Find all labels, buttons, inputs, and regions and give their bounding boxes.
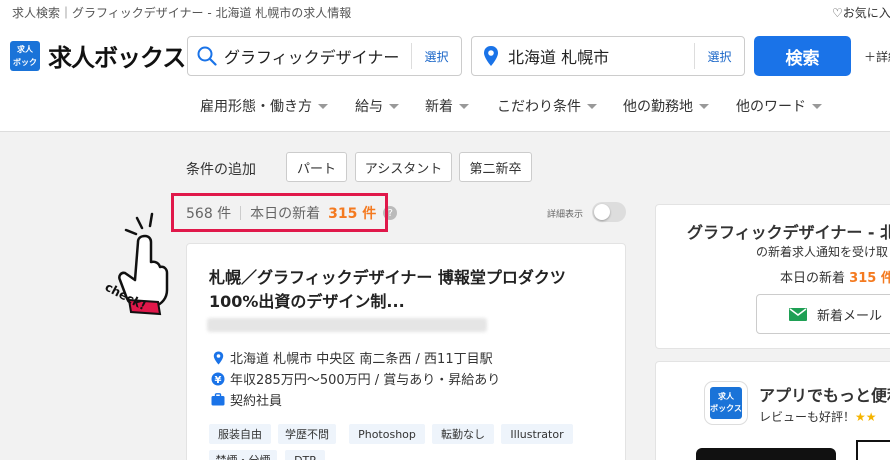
highlight-box: [171, 193, 388, 232]
nav-other-locations[interactable]: 他の勤務地: [623, 96, 709, 116]
filter-chip-part-time[interactable]: パート: [286, 152, 347, 182]
job-tag: 学歴不問: [278, 424, 336, 444]
favorites-link[interactable]: ♡お気に入: [832, 4, 890, 21]
app-promo-title: アプリでもっと便利: [759, 386, 890, 405]
notify-new-count: 本日の新着 315 件: [780, 267, 890, 286]
app-icon-mark: 求人 ボックス: [710, 387, 742, 419]
nav-label: 雇用形態・働き方: [200, 99, 312, 115]
search-button[interactable]: 検索: [754, 36, 851, 76]
job-tag: DTP: [285, 450, 325, 460]
keyword-field[interactable]: グラフィックデザイナー 選択: [187, 36, 462, 76]
filter-chip-second-graduate[interactable]: 第二新卒: [459, 152, 532, 182]
app-promo-panel: 求人 ボックス アプリでもっと便利 レビューも好評！★★: [655, 361, 890, 460]
search-icon: [196, 45, 218, 67]
check-illustration: check!: [100, 210, 180, 330]
breadcrumb: 求人検索｜グラフィックデザイナー - 北海道 札幌市の求人情報: [12, 6, 352, 20]
logo-mark: 求人 ボックス: [10, 40, 40, 80]
app-store-badge[interactable]: [696, 448, 836, 460]
notify-new-number: 315 件: [849, 271, 890, 286]
qr-code-icon: [856, 440, 890, 460]
location-pin-icon: [211, 351, 225, 365]
heart-icon: ♡: [832, 6, 843, 20]
app-icon[interactable]: 求人 ボックス: [704, 381, 748, 425]
site-header: 求人検索｜グラフィックデザイナー - 北海道 札幌市の求人情報 ♡お気に入 求人…: [0, 0, 890, 132]
detail-toggle[interactable]: [592, 202, 626, 222]
nav-label: 新着: [425, 99, 453, 115]
nav-employment-type[interactable]: 雇用形態・働き方: [200, 96, 328, 116]
briefcase-icon: [211, 393, 225, 407]
job-title[interactable]: 札幌／グラフィックデザイナー 博報堂プロダクツ100%出資のデザイン制...: [209, 266, 589, 314]
emphasis-lines-icon: [124, 212, 154, 236]
new-mail-button[interactable]: 新着メール: [756, 294, 890, 334]
notify-subtitle: の新着求人通知を受け取: [756, 245, 889, 259]
svg-text:¥: ¥: [215, 375, 222, 386]
job-tag: 服装自由: [209, 424, 271, 444]
nav-label: 給与: [355, 99, 383, 115]
location-input[interactable]: 北海道 札幌市: [508, 44, 694, 68]
detail-search-link[interactable]: ＋詳細: [864, 48, 890, 65]
job-tag: 転勤なし: [432, 424, 494, 444]
notify-new-label: 本日の新着: [780, 271, 846, 286]
nav-label: こだわり条件: [497, 99, 581, 115]
location-pin-icon: [480, 45, 502, 67]
chevron-down-icon: [587, 103, 597, 109]
blurred-company-name: [207, 318, 487, 332]
job-location-text: 北海道 札幌市 中央区 南二条西 / 西11丁目駅: [230, 352, 493, 367]
job-employment-text: 契約社員: [230, 394, 283, 409]
logo-text: 求人ボックス: [48, 44, 186, 72]
location-field[interactable]: 北海道 札幌市 選択: [471, 36, 745, 76]
job-salary-text: 年収285万円〜500万円 / 賞与あり・昇給あり: [230, 373, 501, 388]
nav-other-words[interactable]: 他のワード: [736, 96, 822, 116]
app-promo-subtitle: レビューも好評！★★: [759, 408, 877, 425]
nav-new[interactable]: 新着: [425, 96, 469, 116]
nav-conditions[interactable]: こだわり条件: [497, 96, 597, 116]
site-logo[interactable]: 求人 ボックス 求人ボックス: [10, 38, 186, 80]
chevron-down-icon: [389, 103, 399, 109]
job-salary: ¥ 年収285万円〜500万円 / 賞与あり・昇給あり: [211, 369, 500, 388]
yen-icon: ¥: [211, 372, 225, 386]
chevron-down-icon: [699, 103, 709, 109]
star-rating-icon: ★★: [855, 410, 877, 424]
app-promo-subtitle-text: レビューも好評！: [759, 410, 856, 424]
job-location: 北海道 札幌市 中央区 南二条西 / 西11丁目駅: [211, 348, 493, 367]
notify-panel: グラフィックデザイナー - 北 の新着求人通知を受け取 本日の新着 315 件 …: [655, 204, 890, 349]
favorites-label: お気に入: [842, 6, 890, 20]
keyword-select-button[interactable]: 選択: [411, 43, 461, 69]
chevron-down-icon: [318, 103, 328, 109]
filter-chip-assistant[interactable]: アシスタント: [355, 152, 452, 182]
keyword-input[interactable]: グラフィックデザイナー: [224, 44, 411, 68]
nav-label: 他のワード: [736, 99, 806, 115]
new-mail-label: 新着メール: [817, 308, 883, 324]
filter-label: 条件の追加: [186, 162, 256, 178]
job-tag: Photoshop: [349, 424, 425, 444]
chevron-down-icon: [812, 103, 822, 109]
nav-salary[interactable]: 給与: [355, 96, 399, 116]
detail-toggle-label: 詳細表示: [547, 210, 584, 220]
mail-icon: [789, 307, 807, 321]
job-tag: Illustrator: [501, 424, 573, 444]
nav-label: 他の勤務地: [623, 99, 693, 115]
toggle-knob: [594, 204, 610, 220]
job-card[interactable]: 札幌／グラフィックデザイナー 博報堂プロダクツ100%出資のデザイン制... 北…: [186, 243, 626, 460]
chevron-down-icon: [459, 103, 469, 109]
job-tag: 禁煙・分煙: [209, 450, 277, 460]
notify-title: グラフィックデザイナー - 北: [687, 223, 890, 242]
location-select-button[interactable]: 選択: [694, 43, 744, 69]
job-employment-type: 契約社員: [211, 390, 282, 409]
